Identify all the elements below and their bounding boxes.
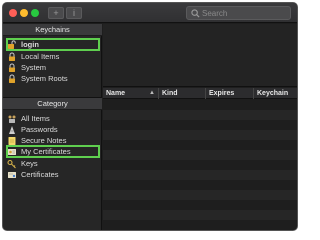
table-row — [103, 150, 297, 160]
keychain-label: Local Items — [21, 52, 60, 61]
column-label: Name — [106, 90, 126, 97]
table-row — [103, 110, 297, 120]
main-content: Name ▲ Kind Expires Keychain — [103, 24, 297, 230]
search-input[interactable] — [202, 7, 288, 19]
keychain-item-local-items[interactable]: Local Items — [7, 51, 99, 62]
passwords-icon — [9, 125, 15, 134]
item-preview-pane — [103, 24, 297, 87]
category-item-all-items[interactable]: All Items — [7, 113, 99, 124]
certificates-icon — [8, 171, 16, 178]
category-item-keys[interactable]: Keys — [7, 158, 99, 169]
keychain-label: System Roots — [21, 74, 68, 83]
items-table[interactable] — [103, 100, 297, 230]
table-header: Name ▲ Kind Expires Keychain — [103, 88, 297, 99]
table-row — [103, 180, 297, 190]
lock-icon — [9, 63, 15, 72]
lock-icon — [9, 74, 15, 83]
column-label: Kind — [162, 90, 178, 97]
table-row — [103, 220, 297, 230]
table-row — [103, 190, 297, 200]
table-row — [103, 140, 297, 150]
category-label: Passwords — [21, 125, 58, 134]
column-header-name[interactable]: Name ▲ — [103, 88, 158, 99]
all-items-icon — [8, 115, 16, 123]
keychain-label: login — [21, 40, 39, 49]
lock-icon — [9, 52, 15, 61]
my-certificates-icon — [8, 148, 16, 155]
keychains-header: Keychains — [3, 24, 102, 36]
category-label: My Certificates — [21, 147, 71, 156]
add-item-button[interactable]: + — [48, 7, 64, 19]
column-header-kind[interactable]: Kind — [158, 88, 205, 99]
sort-ascending-icon: ▲ — [149, 90, 155, 96]
category-label: Certificates — [21, 170, 59, 179]
toolbar: + i — [3, 3, 297, 23]
close-window-button[interactable] — [9, 9, 17, 17]
category-item-passwords[interactable]: Passwords — [7, 124, 99, 135]
info-button[interactable]: i — [66, 7, 82, 19]
category-label: Keys — [21, 159, 38, 168]
minimize-window-button[interactable] — [20, 9, 28, 17]
table-row — [103, 170, 297, 180]
table-row — [103, 200, 297, 210]
search-field[interactable] — [186, 6, 291, 20]
table-row — [103, 130, 297, 140]
secure-notes-icon — [8, 136, 16, 145]
keychain-label: System — [21, 63, 47, 72]
column-label: Keychain — [257, 90, 289, 97]
zoom-window-button[interactable] — [31, 9, 39, 17]
table-row — [103, 210, 297, 220]
column-header-expires[interactable]: Expires — [205, 88, 253, 99]
category-item-my-certificates[interactable]: My Certificates — [6, 145, 100, 158]
category-item-certificates[interactable]: Certificates — [7, 169, 99, 180]
category-label: Secure Notes — [21, 136, 67, 145]
keychain-access-window: + i Keychains login Local Items — [2, 2, 298, 231]
category-label: All Items — [21, 114, 50, 123]
table-row — [103, 160, 297, 170]
keychain-item-login[interactable]: login — [6, 38, 100, 51]
category-header: Category — [3, 98, 102, 110]
column-header-keychain[interactable]: Keychain — [253, 88, 297, 99]
keychain-item-system[interactable]: System — [7, 62, 99, 73]
search-icon — [191, 9, 200, 18]
unlock-icon — [8, 39, 16, 49]
keychain-item-system-roots[interactable]: System Roots — [7, 73, 99, 84]
category-item-secure-notes[interactable]: Secure Notes — [7, 135, 99, 146]
column-label: Expires — [209, 90, 235, 97]
table-row — [103, 100, 297, 110]
table-row — [103, 120, 297, 130]
sidebar: Keychains login Local Items System Syste… — [3, 24, 102, 230]
keys-icon — [7, 159, 16, 168]
